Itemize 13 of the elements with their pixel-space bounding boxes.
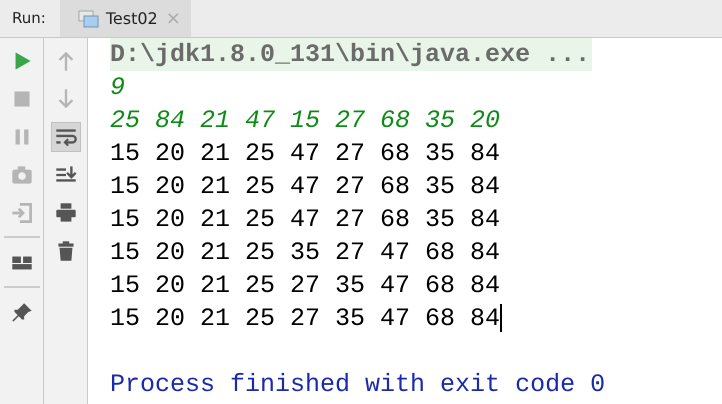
exit-message: Process finished with exit code 0 <box>110 370 606 399</box>
run-tab[interactable]: Test02 × <box>60 0 191 37</box>
window-icon <box>78 10 100 28</box>
output-text: 15 20 21 25 35 27 47 68 84 <box>110 238 500 267</box>
wrap-button[interactable] <box>50 122 80 152</box>
run-label: Run: <box>11 8 47 30</box>
output-text: 15 20 21 25 47 27 68 35 84 <box>110 172 500 201</box>
output-text: 15 20 21 25 27 35 47 68 84 <box>110 271 500 300</box>
output-text: 15 20 21 25 47 27 68 35 84 <box>110 205 500 234</box>
input-text: 9 <box>110 73 126 102</box>
input-text: 25 84 21 47 15 27 68 35 20 <box>110 106 500 135</box>
output-text: 15 20 21 25 27 35 47 68 84 <box>110 304 500 333</box>
output-text: 15 20 21 25 47 27 68 35 84 <box>110 139 500 168</box>
